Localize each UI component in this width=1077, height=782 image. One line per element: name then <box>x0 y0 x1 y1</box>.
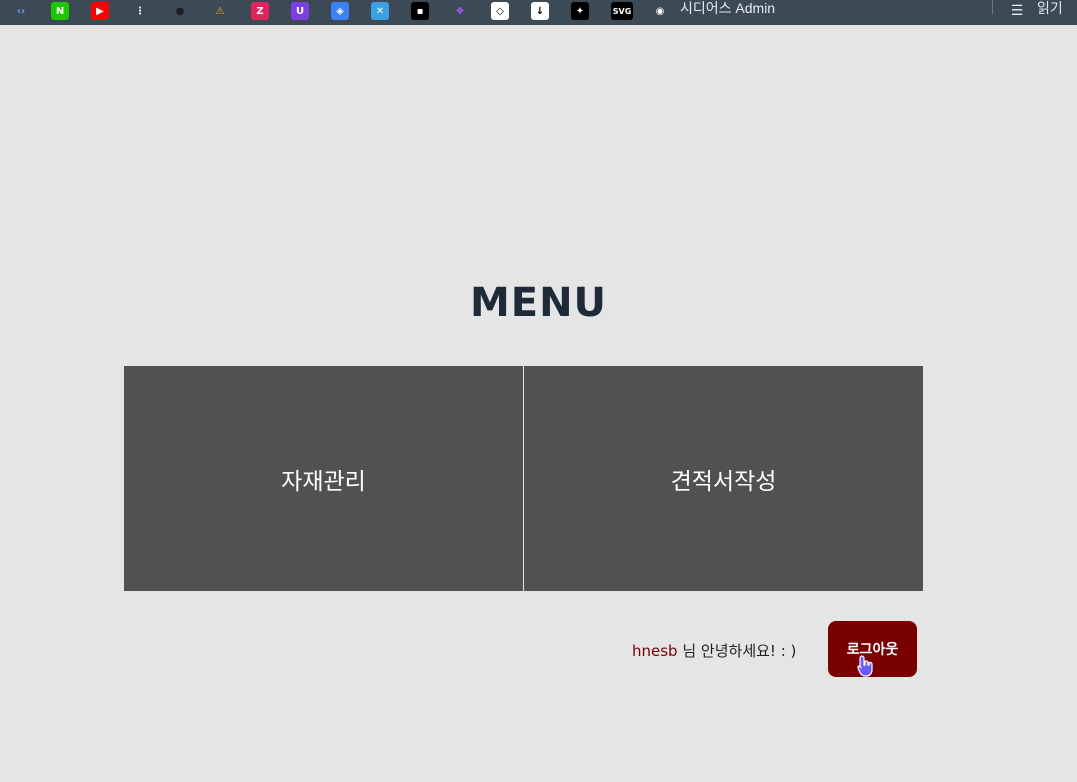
bookmarks-divider <box>992 0 993 14</box>
bookmark-admin-label[interactable]: 시디어스 Admin <box>680 0 775 25</box>
code-icon[interactable]: ‹› <box>12 2 30 20</box>
codepen-icon[interactable]: ◇ <box>491 2 509 20</box>
menu-tile-label: 자재관리 <box>281 468 366 495</box>
layers-icon[interactable]: ◈ <box>331 2 349 20</box>
x-tool-icon[interactable]: ✕ <box>371 2 389 20</box>
github-icon[interactable]: ● <box>171 2 189 20</box>
naver-icon[interactable]: N <box>51 2 69 20</box>
menu-tile-material-management[interactable]: 자재관리 <box>124 366 524 591</box>
youtube-icon[interactable]: ▶ <box>91 2 109 20</box>
svg-icon[interactable]: SVG <box>611 2 633 20</box>
z-icon[interactable]: Z <box>251 2 269 20</box>
globe-icon[interactable]: ◉ <box>651 2 669 20</box>
puzzle-icon[interactable]: ✦ <box>571 2 589 20</box>
hand-cursor-icon <box>857 655 873 677</box>
menu-tile-label: 견적서작성 <box>670 468 777 495</box>
bookmarks-bar: 시디어스 Admin ☰ 읽기 ‹› N ▶ ⋮ ● ⚠ Z U ◈ ✕ ▪ ❖ ◇ ↓ ✦ SVG ◉ <box>0 0 1077 25</box>
menu-tile-quote-creation[interactable]: 견적서작성 <box>524 366 923 591</box>
dots-icon[interactable]: ⋮ <box>131 2 149 20</box>
download-icon[interactable]: ↓ <box>531 2 549 20</box>
menu-grid: 자재관리 견적서작성 <box>124 366 924 591</box>
greeting-text: hnesb 님 안녕하세요! : ) <box>632 640 796 661</box>
page-title: MENU <box>469 280 608 326</box>
reading-list-icon[interactable]: ☰ <box>1008 2 1026 20</box>
figma-icon[interactable]: ❖ <box>451 2 469 20</box>
unsplash-icon[interactable]: ▪ <box>411 2 429 20</box>
triangle-icon[interactable]: ⚠ <box>211 2 229 20</box>
greeting-username: hnesb <box>632 642 678 660</box>
greeting-message: 님 안녕하세요! : ) <box>677 642 797 660</box>
shield-u-icon[interactable]: U <box>291 2 309 20</box>
reading-list-label[interactable]: 읽기 <box>1037 0 1063 25</box>
